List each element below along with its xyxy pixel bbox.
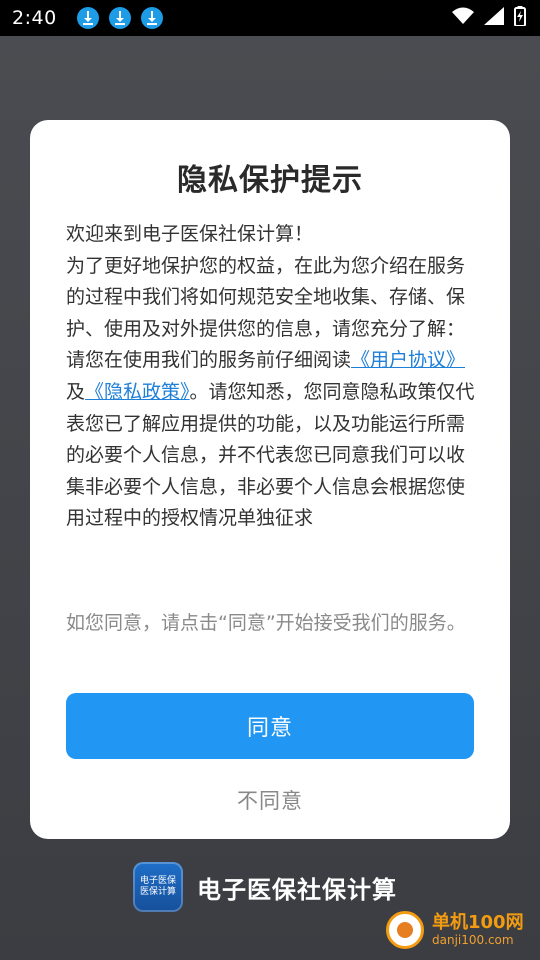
- watermark-logo-icon: [386, 911, 424, 949]
- user-agreement-link[interactable]: 《用户协议》: [351, 349, 465, 371]
- consent-text: 请您在使用我们的服务前仔细阅读《用户协议》及《隐私政策》。请您知悉，您同意隐私政…: [66, 345, 476, 535]
- watermark-title: 单机100网: [432, 912, 524, 933]
- consent-prefix: 请您在使用我们的服务前仔细阅读: [66, 349, 352, 372]
- app-branding: 电子医保 医保计算 电子医保社保计算: [133, 862, 397, 912]
- app-name: 电子医保社保计算: [197, 875, 397, 904]
- status-icons: [452, 0, 526, 36]
- download-icon: [140, 7, 163, 29]
- agree-button[interactable]: 同意: [66, 693, 474, 759]
- consent-suffix: 。请您知悉，您同意隐私政策仅代表您已了解应用提供的功能，以及功能运行所需的必要个…: [66, 380, 475, 530]
- download-icon: [76, 7, 99, 29]
- app-logo-text-bottom: 医保计算: [139, 887, 176, 897]
- app-logo-icon: 电子医保 医保计算: [133, 862, 183, 912]
- and-text: 及: [66, 380, 86, 403]
- welcome-text: 欢迎来到电子医保社保计算！: [66, 223, 314, 245]
- agree-note: 如您同意，请点击“同意”开始接受我们的服务。: [66, 612, 466, 634]
- status-time: 2:40: [12, 7, 57, 29]
- signal-icon: [484, 7, 504, 29]
- download-icon: [108, 7, 131, 29]
- site-watermark: 单机100网 danji100.com: [386, 900, 536, 960]
- battery-icon: [514, 6, 526, 30]
- wifi-icon: [452, 7, 474, 29]
- disagree-button[interactable]: 不同意: [66, 778, 474, 822]
- dialog-body: 欢迎来到电子医保社保计算！ 为了更好地保护您的权益，在此为您介绍在服务的过程中我…: [66, 219, 476, 535]
- watermark-subtitle: danji100.com: [432, 933, 514, 947]
- dialog-title: 隐私保护提示: [177, 163, 363, 198]
- intro-text: 为了更好地保护您的权益，在此为您介绍在服务的过程中我们将如何规范安全地收集、存储…: [66, 254, 466, 340]
- app-logo-text-top: 电子医保: [139, 876, 176, 886]
- status-bar: 2:40: [0, 0, 540, 36]
- privacy-policy-link[interactable]: 《隐私政策》: [85, 381, 190, 403]
